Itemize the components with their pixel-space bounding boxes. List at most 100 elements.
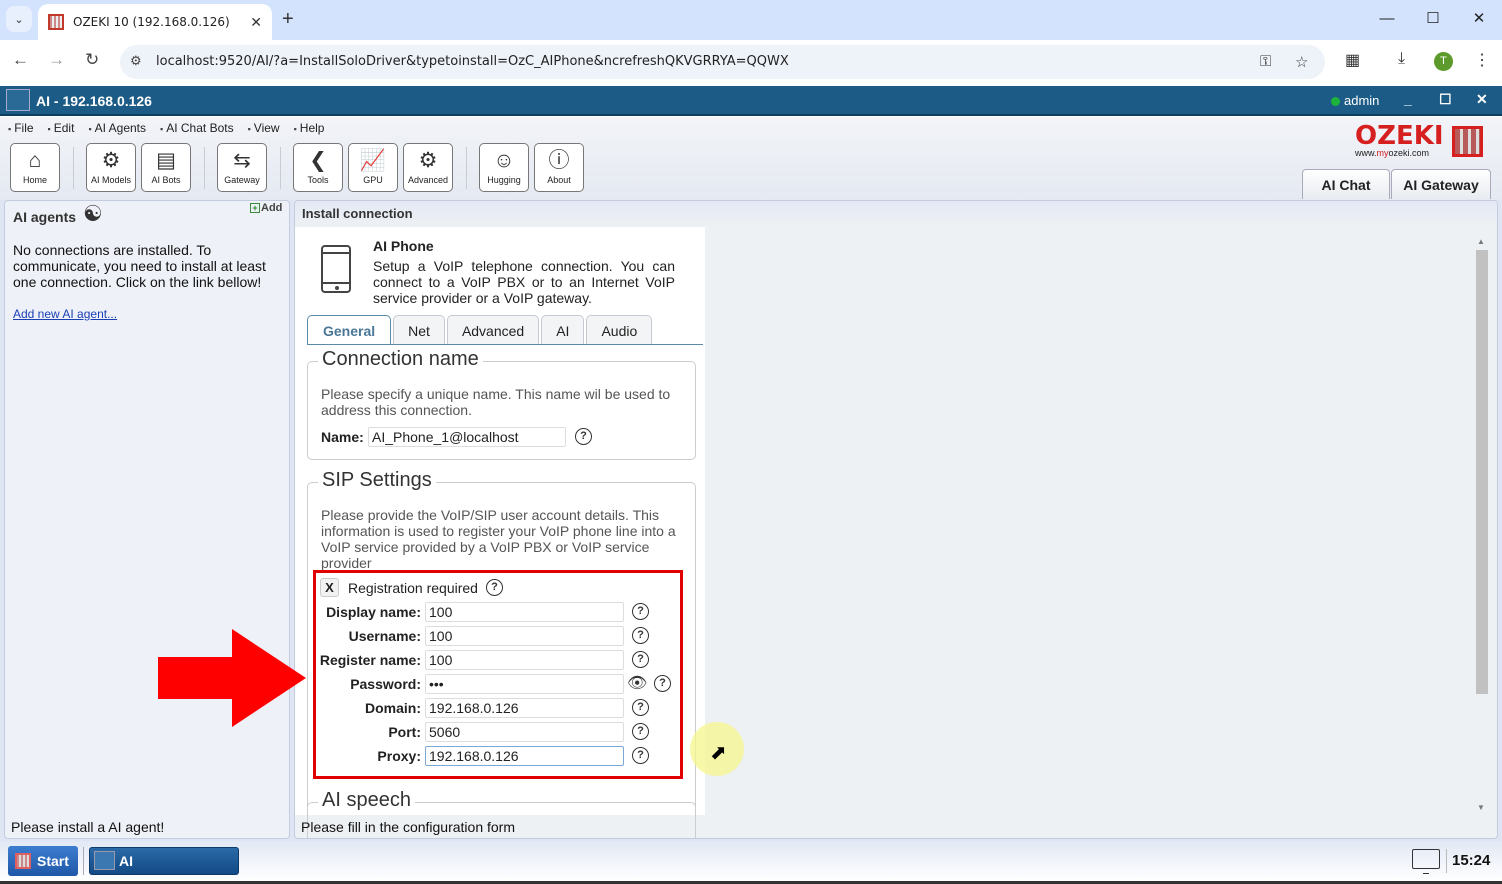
user-name[interactable]: admin (1344, 93, 1379, 108)
tab-advanced[interactable]: Advanced (446, 315, 540, 345)
password-key-icon[interactable]: ⚿ (1260, 53, 1271, 70)
url-text[interactable]: localhost:9520/AI/?a=InstallSoloDriver&t… (156, 54, 789, 69)
ai-models-icon: ⚙ (101, 149, 121, 172)
gateway-button[interactable]: ⇆ Gateway (217, 143, 267, 192)
tab-ai-chat[interactable]: AI Chat (1302, 169, 1390, 199)
advanced-button[interactable]: ⚙ Advanced (403, 143, 453, 192)
app-titlebar: AI - 192.168.0.126 admin _ ☐ ✕ (0, 86, 1502, 116)
ai-agents-title: AI agents (13, 209, 77, 225)
phone-icon (321, 245, 351, 293)
new-tab-plus-icon[interactable]: + (282, 8, 294, 31)
app-maximize-icon[interactable]: ☐ (1439, 91, 1452, 108)
ai-bots-icon: ▤ (156, 149, 176, 172)
add-label: Add (261, 202, 283, 214)
info-icon: ⓘ (548, 149, 570, 172)
tab-net[interactable]: Net (393, 315, 445, 345)
bookmark-star-icon[interactable]: ☆ (1295, 53, 1308, 71)
app-close-icon[interactable]: ✕ (1476, 91, 1488, 108)
form-scrollbar[interactable]: ▲ ▼ (1475, 237, 1489, 812)
reload-icon[interactable]: ↻ (85, 50, 99, 70)
address-bar-row: ← → ↻ ⚙ localhost:9520/AI/?a=InstallSolo… (0, 40, 1502, 84)
window-minimize-icon[interactable]: — (1364, 0, 1410, 38)
hugging-label: Hugging (487, 175, 521, 185)
gateway-label: Gateway (224, 175, 260, 185)
ai-agents-network-icon: ☯ (83, 201, 103, 226)
ai-app-logo-icon (6, 89, 30, 111)
start-ozeki-icon (15, 853, 31, 869)
add-agent-button[interactable]: + Add (250, 202, 282, 214)
tools-button[interactable]: ❮ Tools (293, 143, 343, 192)
tab-list-chevron-down-icon[interactable]: ⌄ (6, 6, 32, 32)
back-arrow-icon[interactable]: ← (12, 50, 29, 70)
add-new-ai-agent-link[interactable]: Add new AI agent... (13, 307, 117, 321)
about-button[interactable]: ⓘ About (534, 143, 584, 192)
app-minimize-icon[interactable]: _ (1404, 91, 1412, 107)
site-info-icon[interactable]: ⚙ (130, 53, 142, 69)
menu-file[interactable]: File (8, 121, 33, 135)
about-label: About (547, 175, 571, 185)
form-tabs: General Net Advanced AI Audio (307, 315, 654, 345)
tab-ai[interactable]: AI (541, 315, 585, 345)
taskbar: Start AI 15:24 (0, 841, 1502, 884)
desktop-monitor-icon[interactable] (1412, 849, 1440, 874)
browser-tabstrip: ⌄ OZEKI 10 (192.168.0.126) ✕ + — ☐ ✕ (0, 0, 1502, 40)
tab-close-icon[interactable]: ✕ (250, 14, 262, 31)
tab-audio[interactable]: Audio (586, 315, 653, 345)
toolbar-divider (73, 147, 74, 189)
browser-tab[interactable]: OZEKI 10 (192.168.0.126) ✕ (38, 4, 272, 40)
right-status-text: Please fill in the configuration form (301, 819, 515, 835)
ozeki-grid-logo-icon (1452, 126, 1483, 157)
ozeki-logo[interactable]: OZEKI www.myozeki.com (1355, 123, 1444, 158)
home-button[interactable]: ⌂ Home (10, 143, 60, 192)
browser-menu-kebab-icon[interactable]: ⋮ (1474, 50, 1490, 70)
red-arrow-annotation-icon (158, 629, 306, 727)
taskbar-app-ai[interactable]: AI (89, 847, 239, 875)
menu-ai-chat-bots[interactable]: AI Chat Bots (160, 121, 233, 135)
ai-agents-panel: AI agents ☯ + Add No connections are inst… (4, 200, 290, 839)
ai-models-button[interactable]: ⚙ AI Models (86, 143, 136, 192)
ai-bots-button[interactable]: ▤ AI Bots (141, 143, 191, 192)
gpu-button[interactable]: 📈 GPU (348, 143, 398, 192)
advanced-label: Advanced (407, 175, 449, 185)
hugging-button[interactable]: ☺ Hugging (479, 143, 529, 192)
extensions-puzzle-icon[interactable]: ▦ (1345, 50, 1360, 70)
mouse-cursor-icon: ⬈ (710, 742, 727, 764)
ai-speech-legend: AI speech (318, 789, 415, 812)
add-plus-icon: + (250, 203, 260, 213)
scroll-down-icon[interactable]: ▼ (1477, 803, 1485, 812)
tab-ai-gateway[interactable]: AI Gateway (1391, 169, 1491, 199)
toolbar-divider (280, 147, 281, 189)
window-maximize-icon[interactable]: ☐ (1410, 0, 1456, 38)
tools-label: Tools (307, 175, 329, 185)
ozeki-url-prefix: www. (1355, 148, 1377, 158)
connection-name-legend: Connection name (318, 348, 483, 371)
toolbar-divider (204, 147, 205, 189)
url-omnibox[interactable]: ⚙ localhost:9520/AI/?a=InstallSoloDriver… (120, 45, 1325, 79)
start-label: Start (37, 853, 69, 869)
menu-ai-agents[interactable]: AI Agents (88, 121, 146, 135)
profile-avatar[interactable]: T (1434, 52, 1453, 71)
window-close-icon[interactable]: ✕ (1456, 0, 1502, 38)
toolbar-divider (466, 147, 467, 189)
start-button[interactable]: Start (8, 846, 78, 876)
download-icon[interactable]: ⤓ (1398, 50, 1405, 68)
forward-arrow-icon[interactable]: → (48, 50, 65, 70)
connection-name-desc: Please specify a unique name. This name … (321, 386, 671, 418)
connection-name-input[interactable]: AI_Phone_1@localhost (368, 427, 566, 447)
tray-divider (1446, 849, 1447, 873)
scrollbar-thumb[interactable] (1476, 250, 1488, 694)
clock: 15:24 (1452, 852, 1491, 869)
connection-name-fieldset: Connection name Please specify a unique … (307, 348, 696, 460)
sip-fields-highlight-box (313, 570, 683, 779)
ozeki-wordmark: OZEKI (1355, 121, 1444, 151)
name-help-icon[interactable]: ? (575, 428, 592, 445)
connection-type-desc: Setup a VoIP telephone connection. You c… (373, 258, 675, 306)
menu-edit[interactable]: Edit (48, 121, 75, 135)
menu-help[interactable]: Help (294, 121, 325, 135)
tab-general[interactable]: General (307, 315, 392, 345)
ozeki-url-suffix: ozeki.com (1388, 148, 1430, 158)
scroll-up-icon[interactable]: ▲ (1477, 237, 1485, 246)
left-status-text: Please install a AI agent! (11, 819, 165, 835)
menu-view[interactable]: View (248, 121, 280, 135)
main-area: AI agents ☯ + Add No connections are inst… (0, 200, 1502, 841)
